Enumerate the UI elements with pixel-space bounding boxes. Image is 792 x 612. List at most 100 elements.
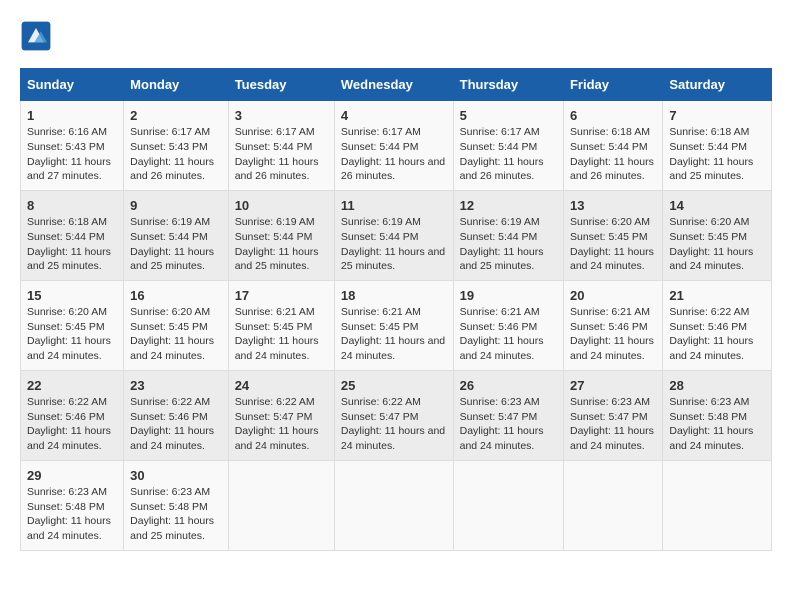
calendar-cell: 29 Sunrise: 6:23 AM Sunset: 5:48 PM Dayl… xyxy=(21,460,124,550)
day-daylight: Daylight: 11 hours and 24 minutes. xyxy=(130,334,222,363)
day-number: 14 xyxy=(669,197,765,215)
calendar-table: SundayMondayTuesdayWednesdayThursdayFrid… xyxy=(20,68,772,551)
day-sunset: Sunset: 5:45 PM xyxy=(27,320,117,335)
day-number: 15 xyxy=(27,287,117,305)
day-sunset: Sunset: 5:43 PM xyxy=(27,140,117,155)
day-sunrise: Sunrise: 6:22 AM xyxy=(341,395,447,410)
day-sunset: Sunset: 5:46 PM xyxy=(27,410,117,425)
day-daylight: Daylight: 11 hours and 26 minutes. xyxy=(130,155,222,184)
day-sunset: Sunset: 5:44 PM xyxy=(460,140,557,155)
day-number: 17 xyxy=(235,287,328,305)
calendar-cell: 9 Sunrise: 6:19 AM Sunset: 5:44 PM Dayli… xyxy=(124,190,229,280)
day-sunrise: Sunrise: 6:18 AM xyxy=(27,215,117,230)
calendar-week-row: 1 Sunrise: 6:16 AM Sunset: 5:43 PM Dayli… xyxy=(21,101,772,191)
calendar-cell: 22 Sunrise: 6:22 AM Sunset: 5:46 PM Dayl… xyxy=(21,370,124,460)
day-daylight: Daylight: 11 hours and 26 minutes. xyxy=(570,155,656,184)
calendar-cell xyxy=(663,460,772,550)
day-sunrise: Sunrise: 6:19 AM xyxy=(460,215,557,230)
calendar-cell: 13 Sunrise: 6:20 AM Sunset: 5:45 PM Dayl… xyxy=(563,190,662,280)
day-daylight: Daylight: 11 hours and 24 minutes. xyxy=(235,424,328,453)
calendar-cell: 4 Sunrise: 6:17 AM Sunset: 5:44 PM Dayli… xyxy=(334,101,453,191)
calendar-cell: 26 Sunrise: 6:23 AM Sunset: 5:47 PM Dayl… xyxy=(453,370,563,460)
calendar-cell: 15 Sunrise: 6:20 AM Sunset: 5:45 PM Dayl… xyxy=(21,280,124,370)
day-sunrise: Sunrise: 6:22 AM xyxy=(130,395,222,410)
day-sunset: Sunset: 5:47 PM xyxy=(235,410,328,425)
calendar-cell: 2 Sunrise: 6:17 AM Sunset: 5:43 PM Dayli… xyxy=(124,101,229,191)
calendar-cell: 23 Sunrise: 6:22 AM Sunset: 5:46 PM Dayl… xyxy=(124,370,229,460)
day-number: 29 xyxy=(27,467,117,485)
calendar-cell: 20 Sunrise: 6:21 AM Sunset: 5:46 PM Dayl… xyxy=(563,280,662,370)
calendar-cell: 5 Sunrise: 6:17 AM Sunset: 5:44 PM Dayli… xyxy=(453,101,563,191)
day-sunrise: Sunrise: 6:20 AM xyxy=(130,305,222,320)
day-sunset: Sunset: 5:44 PM xyxy=(235,140,328,155)
day-sunset: Sunset: 5:46 PM xyxy=(130,410,222,425)
day-sunset: Sunset: 5:44 PM xyxy=(669,140,765,155)
calendar-cell: 10 Sunrise: 6:19 AM Sunset: 5:44 PM Dayl… xyxy=(228,190,334,280)
day-sunrise: Sunrise: 6:19 AM xyxy=(341,215,447,230)
day-daylight: Daylight: 11 hours and 24 minutes. xyxy=(669,424,765,453)
day-number: 13 xyxy=(570,197,656,215)
day-sunrise: Sunrise: 6:16 AM xyxy=(27,125,117,140)
calendar-cell xyxy=(334,460,453,550)
day-sunset: Sunset: 5:45 PM xyxy=(570,230,656,245)
day-sunrise: Sunrise: 6:19 AM xyxy=(235,215,328,230)
day-daylight: Daylight: 11 hours and 24 minutes. xyxy=(27,514,117,543)
day-daylight: Daylight: 11 hours and 26 minutes. xyxy=(341,155,447,184)
day-sunset: Sunset: 5:45 PM xyxy=(235,320,328,335)
day-sunrise: Sunrise: 6:22 AM xyxy=(669,305,765,320)
day-sunset: Sunset: 5:46 PM xyxy=(570,320,656,335)
day-sunset: Sunset: 5:48 PM xyxy=(27,500,117,515)
day-daylight: Daylight: 11 hours and 24 minutes. xyxy=(669,334,765,363)
header-thursday: Thursday xyxy=(453,69,563,101)
day-number: 24 xyxy=(235,377,328,395)
day-sunrise: Sunrise: 6:23 AM xyxy=(27,485,117,500)
day-number: 18 xyxy=(341,287,447,305)
day-sunrise: Sunrise: 6:23 AM xyxy=(669,395,765,410)
day-sunset: Sunset: 5:45 PM xyxy=(130,320,222,335)
day-daylight: Daylight: 11 hours and 25 minutes. xyxy=(27,245,117,274)
day-sunset: Sunset: 5:44 PM xyxy=(341,140,447,155)
calendar-cell xyxy=(228,460,334,550)
day-daylight: Daylight: 11 hours and 26 minutes. xyxy=(460,155,557,184)
day-daylight: Daylight: 11 hours and 24 minutes. xyxy=(27,424,117,453)
day-number: 5 xyxy=(460,107,557,125)
calendar-cell: 18 Sunrise: 6:21 AM Sunset: 5:45 PM Dayl… xyxy=(334,280,453,370)
calendar-cell: 12 Sunrise: 6:19 AM Sunset: 5:44 PM Dayl… xyxy=(453,190,563,280)
day-number: 2 xyxy=(130,107,222,125)
day-sunrise: Sunrise: 6:17 AM xyxy=(235,125,328,140)
day-daylight: Daylight: 11 hours and 24 minutes. xyxy=(130,424,222,453)
header-tuesday: Tuesday xyxy=(228,69,334,101)
day-daylight: Daylight: 11 hours and 24 minutes. xyxy=(341,424,447,453)
day-daylight: Daylight: 11 hours and 24 minutes. xyxy=(570,334,656,363)
day-sunset: Sunset: 5:44 PM xyxy=(460,230,557,245)
calendar-cell xyxy=(453,460,563,550)
day-sunset: Sunset: 5:44 PM xyxy=(570,140,656,155)
day-number: 21 xyxy=(669,287,765,305)
day-daylight: Daylight: 11 hours and 25 minutes. xyxy=(341,245,447,274)
day-sunset: Sunset: 5:47 PM xyxy=(341,410,447,425)
calendar-week-row: 15 Sunrise: 6:20 AM Sunset: 5:45 PM Dayl… xyxy=(21,280,772,370)
calendar-cell: 8 Sunrise: 6:18 AM Sunset: 5:44 PM Dayli… xyxy=(21,190,124,280)
day-number: 1 xyxy=(27,107,117,125)
page-header xyxy=(20,20,772,52)
day-daylight: Daylight: 11 hours and 24 minutes. xyxy=(27,334,117,363)
day-number: 9 xyxy=(130,197,222,215)
calendar-cell: 11 Sunrise: 6:19 AM Sunset: 5:44 PM Dayl… xyxy=(334,190,453,280)
calendar-cell: 27 Sunrise: 6:23 AM Sunset: 5:47 PM Dayl… xyxy=(563,370,662,460)
day-sunrise: Sunrise: 6:20 AM xyxy=(669,215,765,230)
day-number: 4 xyxy=(341,107,447,125)
day-sunset: Sunset: 5:44 PM xyxy=(130,230,222,245)
day-daylight: Daylight: 11 hours and 24 minutes. xyxy=(669,245,765,274)
day-sunrise: Sunrise: 6:21 AM xyxy=(341,305,447,320)
day-number: 27 xyxy=(570,377,656,395)
day-daylight: Daylight: 11 hours and 25 minutes. xyxy=(669,155,765,184)
day-sunrise: Sunrise: 6:23 AM xyxy=(570,395,656,410)
day-number: 7 xyxy=(669,107,765,125)
day-daylight: Daylight: 11 hours and 24 minutes. xyxy=(460,424,557,453)
day-sunrise: Sunrise: 6:17 AM xyxy=(130,125,222,140)
day-sunset: Sunset: 5:48 PM xyxy=(669,410,765,425)
calendar-cell: 16 Sunrise: 6:20 AM Sunset: 5:45 PM Dayl… xyxy=(124,280,229,370)
day-daylight: Daylight: 11 hours and 25 minutes. xyxy=(460,245,557,274)
day-sunset: Sunset: 5:47 PM xyxy=(570,410,656,425)
day-daylight: Daylight: 11 hours and 24 minutes. xyxy=(570,245,656,274)
